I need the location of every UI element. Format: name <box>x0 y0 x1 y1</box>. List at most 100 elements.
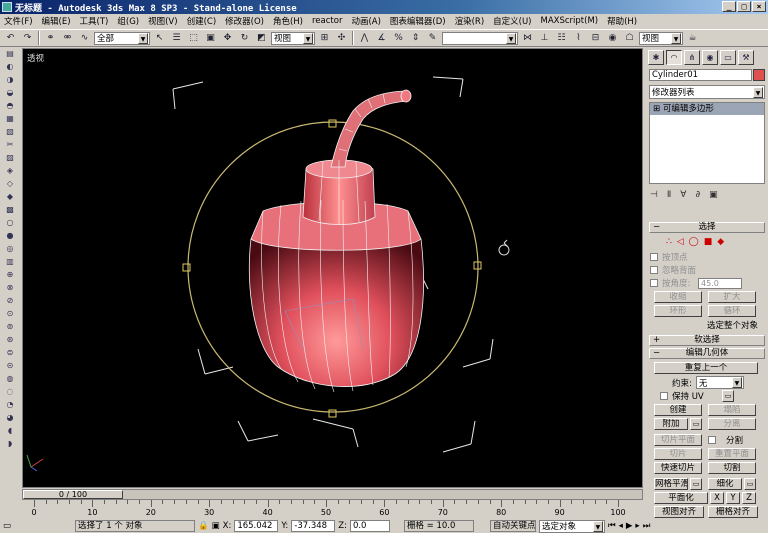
tool-icon[interactable]: ◒ <box>3 87 17 99</box>
select-link-icon[interactable]: ⚭ <box>43 31 58 45</box>
tool-icon[interactable]: ⊕ <box>3 269 17 281</box>
object-color-swatch[interactable] <box>753 69 765 81</box>
tool-icon[interactable]: ◎ <box>3 243 17 255</box>
tool-icon[interactable]: ◖ <box>3 425 17 437</box>
display-tab-icon[interactable]: ▭ <box>720 49 736 65</box>
tool-icon[interactable]: ◌ <box>3 386 17 398</box>
menu-help[interactable]: 帮助(H) <box>607 15 637 27</box>
select-move-icon[interactable]: ✥ <box>220 31 235 45</box>
maxscript-listener-icon[interactable]: ▭ <box>3 520 33 532</box>
unlink-icon[interactable]: ⚮ <box>60 31 75 45</box>
go-to-end-icon[interactable]: ⏭ <box>643 520 651 532</box>
select-rotate-icon[interactable]: ↻ <box>237 31 252 45</box>
reset-plane-button[interactable]: 重置平面 <box>708 448 756 460</box>
planar-y-button[interactable]: Y <box>726 492 740 504</box>
tool-icon[interactable]: ⊙ <box>3 308 17 320</box>
quick-render-icon[interactable]: ☕ <box>685 31 700 45</box>
attach-list-icon[interactable]: ▭ <box>690 418 702 430</box>
perspective-viewport[interactable]: 透视 <box>22 48 643 488</box>
edit-named-selection-icon[interactable]: ✎ <box>425 31 440 45</box>
by-angle-checkbox[interactable] <box>650 279 658 287</box>
quickslice-button[interactable]: 快速切片 <box>654 462 702 474</box>
menu-edit[interactable]: 编辑(E) <box>42 15 71 27</box>
border-icon[interactable]: ◯ <box>689 237 699 247</box>
edge-icon[interactable]: ◁ <box>677 237 684 247</box>
hierarchy-tab-icon[interactable]: ⋔ <box>684 49 700 65</box>
repeat-last-button[interactable]: 重复上一个 <box>654 362 758 374</box>
schematic-view-icon[interactable]: ⊟ <box>588 31 603 45</box>
menu-rendering[interactable]: 渲染(R) <box>455 15 485 27</box>
angle-snap-icon[interactable]: ∡ <box>374 31 389 45</box>
select-manipulate-icon[interactable]: ✣ <box>334 31 349 45</box>
tool-icon[interactable]: ▨ <box>3 152 17 164</box>
tool-icon[interactable]: ⊜ <box>3 347 17 359</box>
material-editor-icon[interactable]: ◉ <box>605 31 620 45</box>
minimize-button[interactable]: _ <box>722 1 736 12</box>
menu-group[interactable]: 组(G) <box>117 15 139 27</box>
close-button[interactable]: × <box>752 1 766 12</box>
undo-icon[interactable]: ↶ <box>3 31 18 45</box>
make-unique-icon[interactable]: ∀ <box>680 190 686 204</box>
show-end-result-icon[interactable]: Ⅱ <box>667 190 671 204</box>
angle-spinner[interactable]: 45.0 <box>698 277 742 289</box>
msmooth-button[interactable]: 网格平滑 <box>654 478 688 490</box>
curve-editor-icon[interactable]: ⌇ <box>571 31 586 45</box>
tool-icon[interactable]: ◈ <box>3 165 17 177</box>
create-tab-icon[interactable]: ✱ <box>648 49 664 65</box>
edit-geometry-rollout-header[interactable]: − 编辑几何体 <box>649 348 765 359</box>
by-vertex-checkbox[interactable] <box>650 253 658 261</box>
tool-icon[interactable]: ▧ <box>3 126 17 138</box>
y-coord-field[interactable]: -37.348 <box>291 520 336 532</box>
configure-sets-icon[interactable]: ▣ <box>709 190 718 204</box>
constraints-combo[interactable]: 无 ▼ <box>695 376 744 389</box>
key-filter-combo[interactable]: 选定对象 ▼ <box>538 519 605 533</box>
menu-modifiers[interactable]: 修改器(O) <box>225 15 264 27</box>
tool-icon[interactable]: ⊝ <box>3 360 17 372</box>
menu-graph-editors[interactable]: 图表编辑器(D) <box>390 15 446 27</box>
tool-icon[interactable]: ⊗ <box>3 282 17 294</box>
tool-icon[interactable]: ◐ <box>3 61 17 73</box>
split-checkbox[interactable] <box>708 436 716 444</box>
tool-icon[interactable]: ▤ <box>3 48 17 60</box>
tool-icon[interactable]: ◕ <box>3 412 17 424</box>
percent-snap-icon[interactable]: % <box>391 31 406 45</box>
named-selection-combo[interactable]: ▼ <box>442 31 518 45</box>
planar-x-button[interactable]: X <box>710 492 724 504</box>
slice-plane-button[interactable]: 切片平面 <box>654 434 702 446</box>
selection-filter-combo[interactable]: 全部 ▼ <box>94 31 150 45</box>
tool-icon[interactable]: ◔ <box>3 399 17 411</box>
tool-icon[interactable]: ⊘ <box>3 295 17 307</box>
prev-frame-icon[interactable]: ◂ <box>619 520 623 532</box>
mirror-icon[interactable]: ⋈ <box>520 31 535 45</box>
menu-tools[interactable]: 工具(T) <box>80 15 109 27</box>
menu-file[interactable]: 文件(F) <box>4 15 33 27</box>
tool-icon[interactable]: ◗ <box>3 438 17 450</box>
tool-icon[interactable]: ● <box>3 230 17 242</box>
align-icon[interactable]: ⊥ <box>537 31 552 45</box>
menu-reactor[interactable]: reactor <box>312 16 342 26</box>
attach-button[interactable]: 附加 <box>654 418 688 430</box>
bind-spacewarp-icon[interactable]: ∿ <box>77 31 92 45</box>
menu-maxscript[interactable]: MAXScript(M) <box>541 16 599 26</box>
vertex-icon[interactable]: ∴ <box>666 237 672 247</box>
time-slider[interactable]: 0 / 100 <box>22 489 643 500</box>
go-to-start-icon[interactable]: ⏮ <box>608 520 616 532</box>
tool-icon[interactable]: ◓ <box>3 100 17 112</box>
element-icon[interactable]: ◆ <box>717 237 724 247</box>
menu-customize[interactable]: 自定义(U) <box>493 15 531 27</box>
x-coord-field[interactable]: 165.042 <box>234 520 279 532</box>
msmooth-settings-icon[interactable]: ▭ <box>690 478 702 490</box>
tool-icon[interactable]: ✂ <box>3 139 17 151</box>
pivot-center-icon[interactable]: ⊞ <box>317 31 332 45</box>
rect-selection-icon[interactable]: ⬚ <box>186 31 201 45</box>
slice-button[interactable]: 切片 <box>654 448 702 460</box>
maximize-button[interactable]: □ <box>737 1 751 12</box>
render-scene-icon[interactable]: ☖ <box>622 31 637 45</box>
object-name-field[interactable]: Cylinder01 <box>649 69 752 81</box>
tool-icon[interactable]: ⊚ <box>3 321 17 333</box>
tool-icon[interactable]: ○ <box>3 217 17 229</box>
planar-z-button[interactable]: Z <box>742 492 756 504</box>
make-planar-button[interactable]: 平面化 <box>654 492 708 504</box>
absolute-mode-icon[interactable]: ▣ <box>212 520 220 532</box>
tool-icon[interactable]: ◆ <box>3 191 17 203</box>
